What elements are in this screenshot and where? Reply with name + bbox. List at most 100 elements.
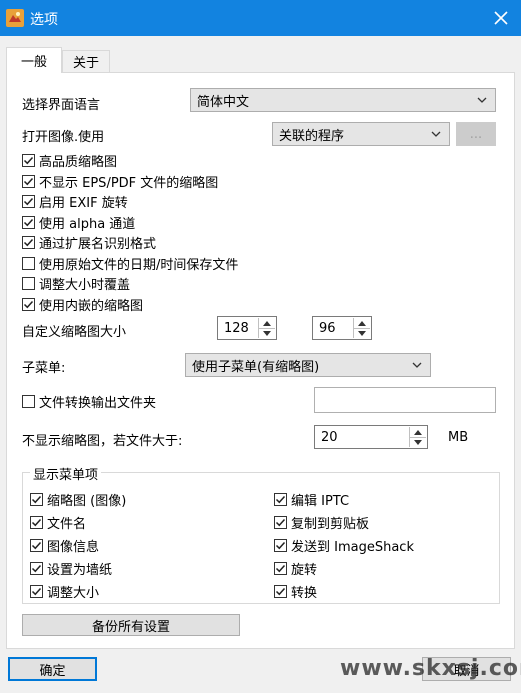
- size-limit-value: 20: [321, 430, 338, 445]
- chevron-down-icon: [431, 131, 441, 137]
- app-logo-icon: [6, 9, 24, 27]
- checkbox-box: [22, 256, 35, 270]
- checkmark-icon: [23, 156, 34, 165]
- thumb-height-value: 96: [319, 321, 336, 336]
- menu-item-right-1[interactable]: 复制到剪贴板: [274, 513, 369, 532]
- checkbox-box: [30, 516, 43, 529]
- checkbox-box: [274, 516, 287, 529]
- checkbox-box: [22, 174, 35, 188]
- convert-output-field[interactable]: [314, 387, 496, 413]
- backup-settings-label: 备份所有设置: [91, 619, 170, 635]
- menu-item-left-4-label: 调整大小: [47, 586, 100, 601]
- menu-item-right-4-label: 转换: [291, 586, 318, 601]
- spin-down-icon[interactable]: [259, 328, 275, 338]
- menu-item-left-4[interactable]: 调整大小: [30, 582, 99, 601]
- convert-output-checkbox[interactable]: 文件转换输出文件夹: [22, 392, 156, 411]
- option-checkbox-5[interactable]: 使用原始文件的日期/时间保存文件: [22, 254, 238, 273]
- ok-button-label: 确定: [39, 663, 66, 679]
- checkmark-icon: [275, 587, 286, 596]
- checkbox-box: [30, 585, 43, 598]
- submenu-value: 使用子菜单(有缩略图): [192, 359, 320, 375]
- checkbox-box: [274, 562, 287, 575]
- menu-item-right-3-label: 旋转: [291, 563, 318, 578]
- checkbox-box: [22, 154, 35, 167]
- open-with-value: 关联的程序: [279, 128, 345, 144]
- checkbox-box: [274, 539, 287, 552]
- chevron-down-icon: [412, 362, 422, 368]
- menu-item-right-0-label: 编辑 IPTC: [291, 494, 350, 509]
- option-checkbox-7-label: 使用内嵌的缩略图: [39, 298, 144, 314]
- checkmark-icon: [23, 177, 34, 185]
- option-checkbox-3[interactable]: 使用 alpha 通道: [22, 213, 135, 232]
- checkmark-icon: [275, 495, 286, 504]
- backup-settings-button[interactable]: 备份所有设置: [22, 614, 240, 636]
- spin-down-icon[interactable]: [354, 328, 370, 338]
- thumb-height-spinner[interactable]: 96: [312, 316, 372, 340]
- tab-about-label: 关于: [72, 56, 99, 71]
- option-checkbox-1[interactable]: 不显示 EPS/PDF 文件的缩略图: [22, 172, 218, 191]
- browse-button[interactable]: ...: [456, 122, 496, 146]
- tab-general[interactable]: 一般: [6, 47, 62, 73]
- option-checkbox-6[interactable]: 调整大小时覆盖: [22, 274, 130, 293]
- menu-item-left-3[interactable]: 设置为墙纸: [30, 559, 112, 578]
- option-checkbox-0[interactable]: 高品质缩略图: [22, 151, 117, 170]
- checkbox-box: [22, 236, 35, 249]
- menu-item-left-0[interactable]: 缩略图 (图像): [30, 490, 126, 509]
- submenu-label: 子菜单:: [22, 361, 66, 376]
- menu-item-right-2-label: 发送到 ImageShack: [291, 540, 414, 555]
- checkmark-icon: [275, 564, 286, 573]
- language-value: 简体中文: [197, 94, 250, 110]
- checkbox-box: [274, 493, 287, 506]
- option-checkbox-2[interactable]: 启用 EXIF 旋转: [22, 192, 128, 211]
- thumb-size-label: 自定义缩略图大小: [22, 325, 127, 340]
- thumb-width-spinner[interactable]: 128: [217, 316, 277, 340]
- menu-item-right-1-label: 复制到剪贴板: [291, 517, 370, 532]
- option-checkbox-0-label: 高品质缩略图: [39, 155, 118, 170]
- thumb-width-value: 128: [224, 321, 249, 336]
- checkbox-box: [22, 297, 35, 311]
- menu-item-left-1[interactable]: 文件名: [30, 513, 86, 532]
- language-select[interactable]: 简体中文: [190, 88, 496, 112]
- submenu-select[interactable]: 使用子菜单(有缩略图): [185, 353, 431, 377]
- checkbox-box: [22, 395, 35, 408]
- convert-output-label: 文件转换输出文件夹: [39, 396, 157, 411]
- option-checkbox-5-label: 使用原始文件的日期/时间保存文件: [39, 257, 239, 273]
- size-limit-spinner[interactable]: 20: [314, 425, 428, 449]
- language-label: 选择界面语言: [22, 98, 101, 113]
- checkbox-box: [30, 539, 43, 552]
- menu-item-left-1-label: 文件名: [47, 517, 87, 532]
- checkbox-box: [22, 277, 35, 290]
- ok-button[interactable]: 确定: [8, 657, 97, 681]
- menu-item-right-4[interactable]: 转换: [274, 582, 317, 601]
- menu-item-right-0[interactable]: 编辑 IPTC: [274, 490, 349, 509]
- open-with-select[interactable]: 关联的程序: [272, 122, 450, 146]
- size-unit: MB: [448, 430, 469, 445]
- size-limit-label: 不显示缩略图，若文件大于:: [22, 434, 183, 449]
- menu-items-legend: 显示菜单项: [30, 464, 102, 483]
- tab-about[interactable]: 关于: [62, 50, 110, 72]
- menu-item-left-2-label: 图像信息: [47, 540, 100, 555]
- option-checkbox-6-label: 调整大小时覆盖: [39, 278, 131, 293]
- spin-down-icon[interactable]: [410, 437, 426, 447]
- option-checkbox-1-label: 不显示 EPS/PDF 文件的缩略图: [39, 175, 219, 191]
- chevron-down-icon: [477, 97, 487, 103]
- option-checkbox-3-label: 使用 alpha 通道: [39, 216, 136, 232]
- checkmark-icon: [23, 218, 34, 226]
- checkmark-icon: [23, 300, 34, 308]
- checkmark-icon: [275, 518, 286, 527]
- checkbox-box: [274, 585, 287, 598]
- checkmark-icon: [31, 564, 42, 573]
- menu-item-right-3[interactable]: 旋转: [274, 559, 317, 578]
- option-checkbox-4[interactable]: 通过扩展名识别格式: [22, 233, 156, 252]
- checkmark-icon: [23, 238, 34, 247]
- checkmark-icon: [31, 541, 42, 550]
- menu-item-left-2[interactable]: 图像信息: [30, 536, 99, 555]
- browse-button-label: ...: [469, 126, 483, 142]
- close-icon[interactable]: [481, 0, 521, 36]
- checkmark-icon: [31, 587, 42, 596]
- menu-item-right-2[interactable]: 发送到 ImageShack: [274, 536, 414, 555]
- checkbox-box: [22, 215, 35, 229]
- window-title: 选项: [30, 12, 58, 28]
- option-checkbox-7[interactable]: 使用内嵌的缩略图: [22, 295, 143, 314]
- option-checkbox-2-label: 启用 EXIF 旋转: [39, 196, 128, 211]
